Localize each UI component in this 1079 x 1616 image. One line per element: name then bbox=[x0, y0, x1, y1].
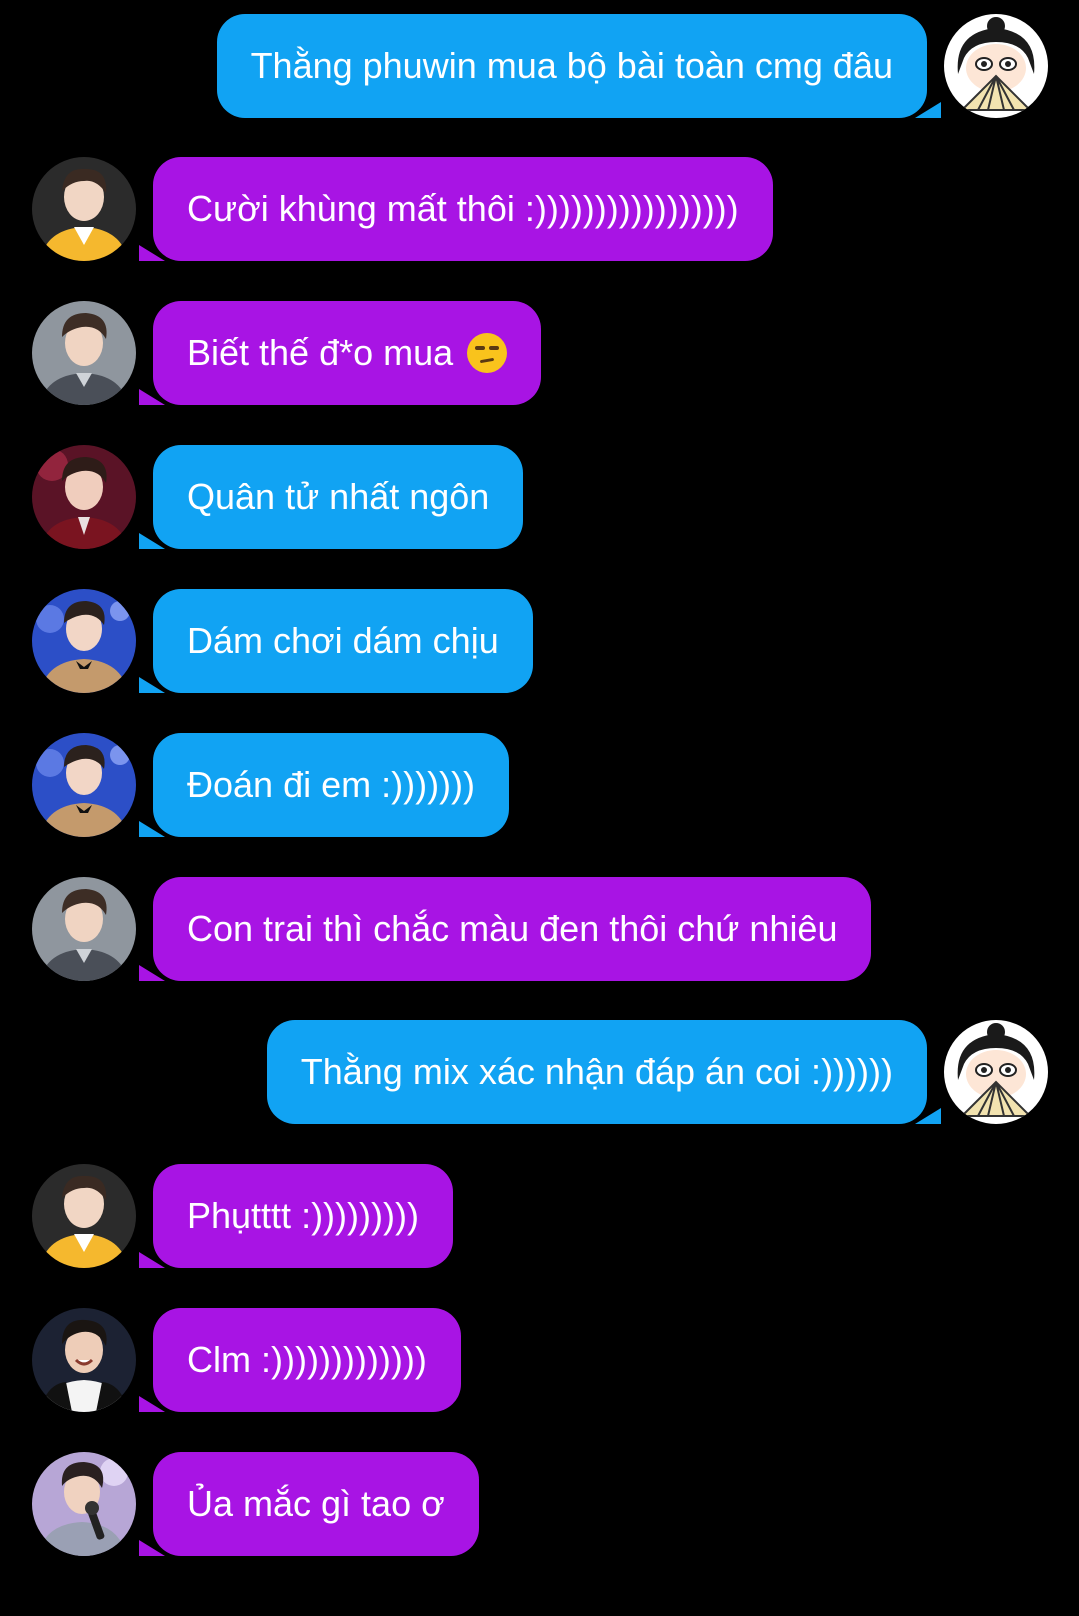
message-bubble[interactable]: Quân tử nhất ngôn bbox=[139, 445, 524, 549]
message-text: Clm :))))))))))))) bbox=[187, 1339, 427, 1380]
bubble-tail bbox=[915, 1108, 941, 1124]
message-text: Phụtttt :))))))))) bbox=[187, 1195, 419, 1236]
message-row: Ủa mắc gì tao ơ bbox=[0, 1452, 1079, 1556]
blue-stage-man-icon bbox=[32, 733, 136, 837]
message-text: Quân tử nhất ngôn bbox=[187, 476, 490, 517]
microphone-man-icon bbox=[32, 1452, 136, 1556]
message-row: Thằng mix xác nhận đáp án coi :)))))) bbox=[0, 1020, 1079, 1124]
message-row: Đoán đi em :))))))) bbox=[0, 733, 1079, 837]
bubble-tail bbox=[139, 1540, 165, 1556]
yellow-jacket-man-avatar[interactable] bbox=[32, 1164, 136, 1268]
message-text: Biết thế đ*o mua bbox=[187, 332, 454, 373]
cartoon-girl-fan-icon bbox=[944, 1020, 1048, 1124]
message-text: Cười khùng mất thôi :))))))))))))))))) bbox=[187, 188, 739, 229]
smiling-man-icon bbox=[32, 1308, 136, 1412]
message-row: Dám chơi dám chịu bbox=[0, 589, 1079, 693]
smiling-man-avatar[interactable] bbox=[32, 1308, 136, 1412]
message-bubble[interactable]: Đoán đi em :))))))) bbox=[139, 733, 510, 837]
message-bubble[interactable]: Cười khùng mất thôi :))))))))))))))))) bbox=[139, 157, 773, 261]
yellow-jacket-man-icon bbox=[32, 157, 136, 261]
message-text: Thằng phuwin mua bộ bài toàn cmg đâu bbox=[250, 45, 893, 86]
unamused-face-emoji bbox=[467, 333, 508, 373]
grey-jacket-man-avatar[interactable] bbox=[32, 877, 136, 981]
cartoon-girl-fan-icon bbox=[944, 14, 1048, 118]
message-bubble[interactable]: Dám chơi dám chịu bbox=[139, 589, 533, 693]
grey-jacket-man-icon bbox=[32, 877, 136, 981]
message-row: Clm :))))))))))))) bbox=[0, 1308, 1079, 1412]
bubble-tail bbox=[139, 1252, 165, 1268]
message-text: Đoán đi em :))))))) bbox=[187, 764, 476, 805]
yellow-jacket-man-icon bbox=[32, 1164, 136, 1268]
message-text: Ủa mắc gì tao ơ bbox=[187, 1483, 445, 1524]
bubble-tail bbox=[139, 965, 165, 981]
red-stage-man-icon bbox=[32, 445, 136, 549]
message-text: Thằng mix xác nhận đáp án coi :)))))) bbox=[300, 1051, 893, 1092]
message-bubble[interactable]: Con trai thì chắc màu đen thôi chứ nhiêu bbox=[139, 877, 872, 981]
red-stage-man-avatar[interactable] bbox=[32, 445, 136, 549]
bubble-tail bbox=[139, 389, 165, 405]
blue-stage-man-avatar[interactable] bbox=[32, 733, 136, 837]
bubble-tail bbox=[139, 1396, 165, 1412]
bubble-tail bbox=[139, 245, 165, 261]
message-bubble[interactable]: Thằng mix xác nhận đáp án coi :)))))) bbox=[266, 1020, 941, 1124]
message-bubble[interactable]: Phụtttt :))))))))) bbox=[139, 1164, 453, 1268]
message-text: Dám chơi dám chịu bbox=[187, 620, 499, 661]
message-bubble[interactable]: Thằng phuwin mua bộ bài toàn cmg đâu bbox=[216, 14, 941, 118]
bubble-tail bbox=[915, 102, 941, 118]
microphone-man-avatar[interactable] bbox=[32, 1452, 136, 1556]
blue-stage-man-avatar[interactable] bbox=[32, 589, 136, 693]
message-row: Thằng phuwin mua bộ bài toàn cmg đâu bbox=[0, 14, 1079, 118]
yellow-jacket-man-avatar[interactable] bbox=[32, 157, 136, 261]
message-row: Cười khùng mất thôi :))))))))))))))))) bbox=[0, 157, 1079, 261]
message-bubble[interactable]: Biết thế đ*o mua bbox=[139, 301, 542, 405]
message-text: Con trai thì chắc màu đen thôi chứ nhiêu bbox=[187, 908, 838, 949]
chat-thread: Thằng phuwin mua bộ bài toàn cmg đâu Cườ… bbox=[0, 0, 1079, 1616]
bubble-tail bbox=[139, 677, 165, 693]
cartoon-girl-fan-avatar[interactable] bbox=[944, 14, 1048, 118]
message-row: Quân tử nhất ngôn bbox=[0, 445, 1079, 549]
blue-stage-man-icon bbox=[32, 589, 136, 693]
cartoon-girl-fan-avatar[interactable] bbox=[944, 1020, 1048, 1124]
message-bubble[interactable]: Ủa mắc gì tao ơ bbox=[139, 1452, 479, 1556]
bubble-tail bbox=[139, 533, 165, 549]
grey-jacket-man-avatar[interactable] bbox=[32, 301, 136, 405]
message-bubble[interactable]: Clm :))))))))))))) bbox=[139, 1308, 461, 1412]
bubble-tail bbox=[139, 821, 165, 837]
grey-jacket-man-icon bbox=[32, 301, 136, 405]
message-row: Phụtttt :))))))))) bbox=[0, 1164, 1079, 1268]
message-row: Biết thế đ*o mua bbox=[0, 301, 1079, 405]
message-row: Con trai thì chắc màu đen thôi chứ nhiêu bbox=[0, 877, 1079, 981]
